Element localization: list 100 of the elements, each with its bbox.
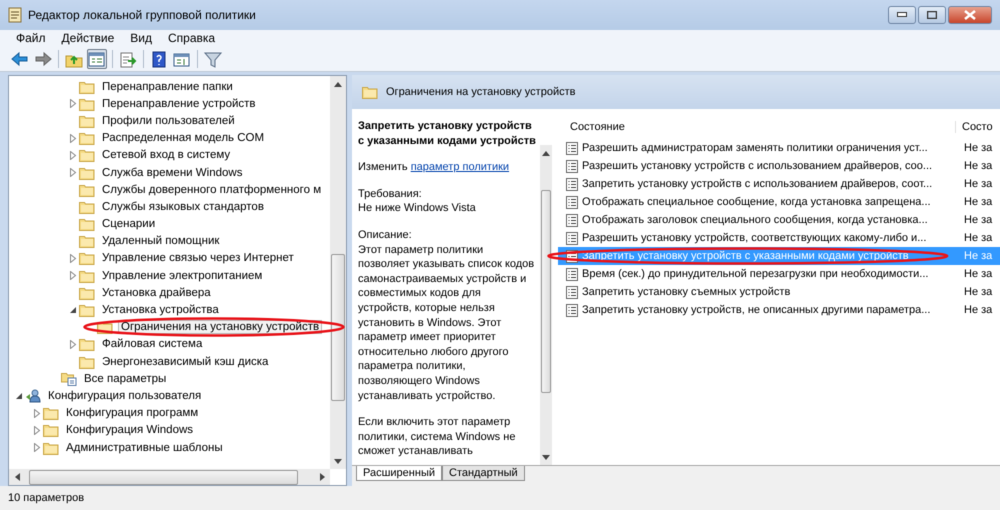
table-cell: Отображать специальное сообщение, когда установка запрещена... (582, 196, 931, 208)
collapsed-arrow-icon[interactable] (69, 99, 77, 108)
menu-item[interactable]: Действие (54, 30, 122, 47)
table-row[interactable]: Отображать специальное сообщение, когда установка запрещена... Не за (558, 193, 1000, 211)
folder-icon (79, 354, 95, 369)
tree-item[interactable]: Управление связью через Интернет (100, 252, 296, 264)
folder-icon (43, 406, 59, 420)
requirements-text: Не ниже Windows Vista (358, 201, 477, 216)
collapsed-arrow-icon[interactable] (33, 408, 41, 418)
scroll-right-icon[interactable] (320, 473, 324, 481)
expanded-arrow-icon[interactable] (15, 392, 23, 400)
tree-item[interactable]: Установка устройства (100, 304, 221, 316)
table-row[interactable]: Запретить установку устройств с использованием драйверов, соот... Не за (558, 175, 1000, 193)
table-row[interactable]: Отображать заголовок специального сообщения, когда установка... Не за (558, 211, 1000, 229)
maximize-icon (927, 11, 937, 19)
table-row[interactable]: Разрешить установку устройств с использованием драйверов, соо... Не за (558, 157, 1000, 175)
folder-icon (79, 166, 95, 180)
tree-item[interactable]: Распределенная модель COM (100, 132, 266, 144)
table-cell-text: Не за (963, 196, 992, 208)
help-icon (150, 50, 168, 68)
scroll-left-icon[interactable] (14, 473, 20, 481)
edit-label: Изменить (358, 161, 409, 174)
table-cell-text: Не за (963, 268, 992, 280)
description-text: Если включить этот параметр политики, система Windows не сможет устанавливать (358, 415, 516, 459)
policy-link[interactable]: параметр политики (410, 161, 510, 174)
close-icon (964, 10, 976, 20)
back-arrow-icon (11, 50, 29, 68)
collapsed-arrow-icon[interactable] (69, 340, 77, 349)
description-text: Этот параметр политики позволяет указывать список кодов самонастраиваемых устройств и совместимых кодов для устройств, которые нельзя установить в Windows. Этот параметр имеет приоритет относительно любого другого параметра политики, позволяющего Windows устанавливать устройство. (358, 242, 536, 404)
table-cell-text: Не за (963, 142, 992, 154)
table-cell: Разрешить установку устройств, соответствующих какому-либо и... (582, 232, 926, 244)
scrollbar[interactable] (330, 76, 346, 469)
tree-item[interactable]: Все параметры (82, 372, 168, 385)
properties-panel-icon (173, 50, 191, 68)
column-header[interactable]: Состояние (558, 121, 956, 133)
tree-item[interactable]: Сценарии (100, 218, 158, 230)
collapsed-arrow-icon[interactable] (33, 426, 41, 435)
export-list-icon (119, 50, 137, 68)
tree-item[interactable]: Энергонезависимый кэш диска (100, 356, 270, 368)
tree-item[interactable]: Перенаправление папки (100, 80, 235, 93)
table-cell: Отображать заголовок специального сообщения, когда установка... (582, 214, 928, 226)
collapsed-arrow-icon[interactable] (69, 168, 77, 178)
scroll-down-icon[interactable] (334, 458, 342, 464)
minimize-button[interactable] (888, 6, 916, 24)
tree-item[interactable]: Конфигурация Windows (64, 424, 196, 436)
policy-icon (566, 286, 578, 298)
scroll-down-icon[interactable] (542, 454, 550, 460)
folder-icon (362, 85, 378, 99)
menu-item[interactable]: Справка (160, 30, 224, 47)
tree-item[interactable]: Файловая система (100, 338, 204, 350)
tree-item[interactable]: Конфигурация пользователя (46, 390, 204, 402)
scrollbar[interactable] (540, 145, 552, 465)
tree-item[interactable]: Управление электропитанием (100, 270, 264, 282)
collapsed-arrow-icon[interactable] (69, 150, 77, 160)
tree-item[interactable]: Службы языковых стандартов (100, 200, 266, 213)
tree-item[interactable]: Профили пользователей (100, 114, 237, 127)
policy-title: Запретить установку устройств с указанными кодами устройств (358, 119, 536, 148)
expanded-arrow-icon[interactable] (69, 306, 77, 314)
table-row[interactable]: Время (сек.) до принудительной перезагрузки при необходимости... Не за (558, 265, 1000, 283)
forward-arrow-icon (34, 50, 52, 68)
tree-item[interactable]: Службы доверенного платформенного м (100, 184, 324, 196)
collapsed-arrow-icon[interactable] (33, 443, 41, 452)
menu-item[interactable]: Файл (8, 30, 54, 47)
tree-item[interactable]: Установка драйвера (100, 286, 213, 299)
table-cell: Запретить установку устройств, не описанных другими параметра... (582, 304, 930, 316)
view-tab[interactable]: Стандартный (442, 466, 525, 481)
scroll-up-icon[interactable] (542, 150, 550, 156)
toolbar-button[interactable] (33, 49, 53, 69)
policy-icon (566, 196, 578, 208)
table-row[interactable]: Запретить установку съемных устройств Не за (558, 283, 1000, 301)
tree-item[interactable]: Удаленный помощник (100, 235, 222, 248)
column-header[interactable]: Состо (956, 121, 1000, 133)
scroll-up-icon[interactable] (334, 82, 342, 86)
collapsed-arrow-icon[interactable] (69, 134, 77, 143)
tree-item[interactable]: Служба времени Windows (100, 166, 244, 179)
table-row[interactable]: Запретить установку устройств, не описанных другими параметра... Не за (558, 301, 1000, 319)
tree-item[interactable]: Перенаправление устройств (100, 98, 258, 110)
tree-item[interactable]: Сетевой вход в систему (100, 149, 232, 162)
collapsed-arrow-icon[interactable] (69, 271, 77, 280)
collapsed-arrow-icon[interactable] (69, 254, 77, 263)
view-tab[interactable]: Расширенный (356, 466, 442, 481)
table-row[interactable]: Разрешить установку устройств, соответствующих какому-либо и... Не за (558, 229, 1000, 247)
tree-item[interactable]: Административные шаблоны (64, 442, 225, 454)
toolbar-button[interactable] (87, 49, 107, 69)
maximize-button[interactable] (918, 6, 946, 24)
policy-icon (566, 214, 578, 226)
close-button[interactable] (948, 6, 992, 24)
folder-icon (79, 148, 95, 162)
folder-icon (79, 182, 95, 197)
scrollbar[interactable] (9, 469, 330, 485)
menu-item[interactable]: Вид (122, 30, 160, 47)
folder-icon (43, 423, 59, 438)
folder-icon (79, 286, 95, 300)
table-cell: Запретить установку съемных устройств (582, 286, 790, 298)
tree-item[interactable]: Конфигурация программ (64, 407, 200, 420)
table-row[interactable]: Разрешить администраторам заменять политики ограничения уст... Не за (558, 139, 1000, 157)
policy-icon (566, 268, 578, 280)
folder-icon (79, 251, 95, 266)
toolbar-button[interactable] (10, 49, 30, 69)
folder-icon (79, 303, 95, 318)
